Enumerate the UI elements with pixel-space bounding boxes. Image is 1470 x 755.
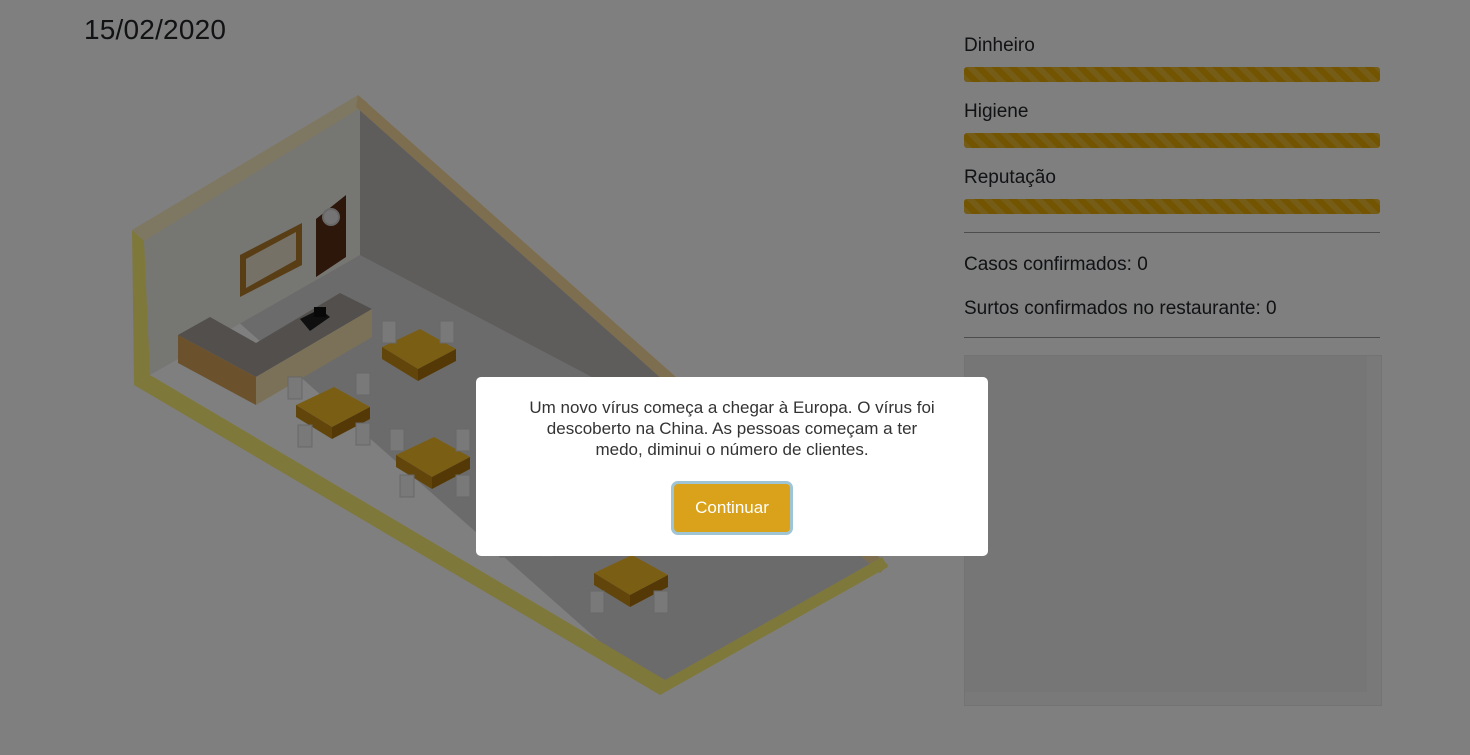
event-message: Um novo vírus começa a chegar à Europa. …	[529, 398, 935, 459]
continue-button[interactable]: Continuar	[674, 484, 790, 532]
event-modal: Um novo vírus começa a chegar à Europa. …	[476, 377, 988, 556]
